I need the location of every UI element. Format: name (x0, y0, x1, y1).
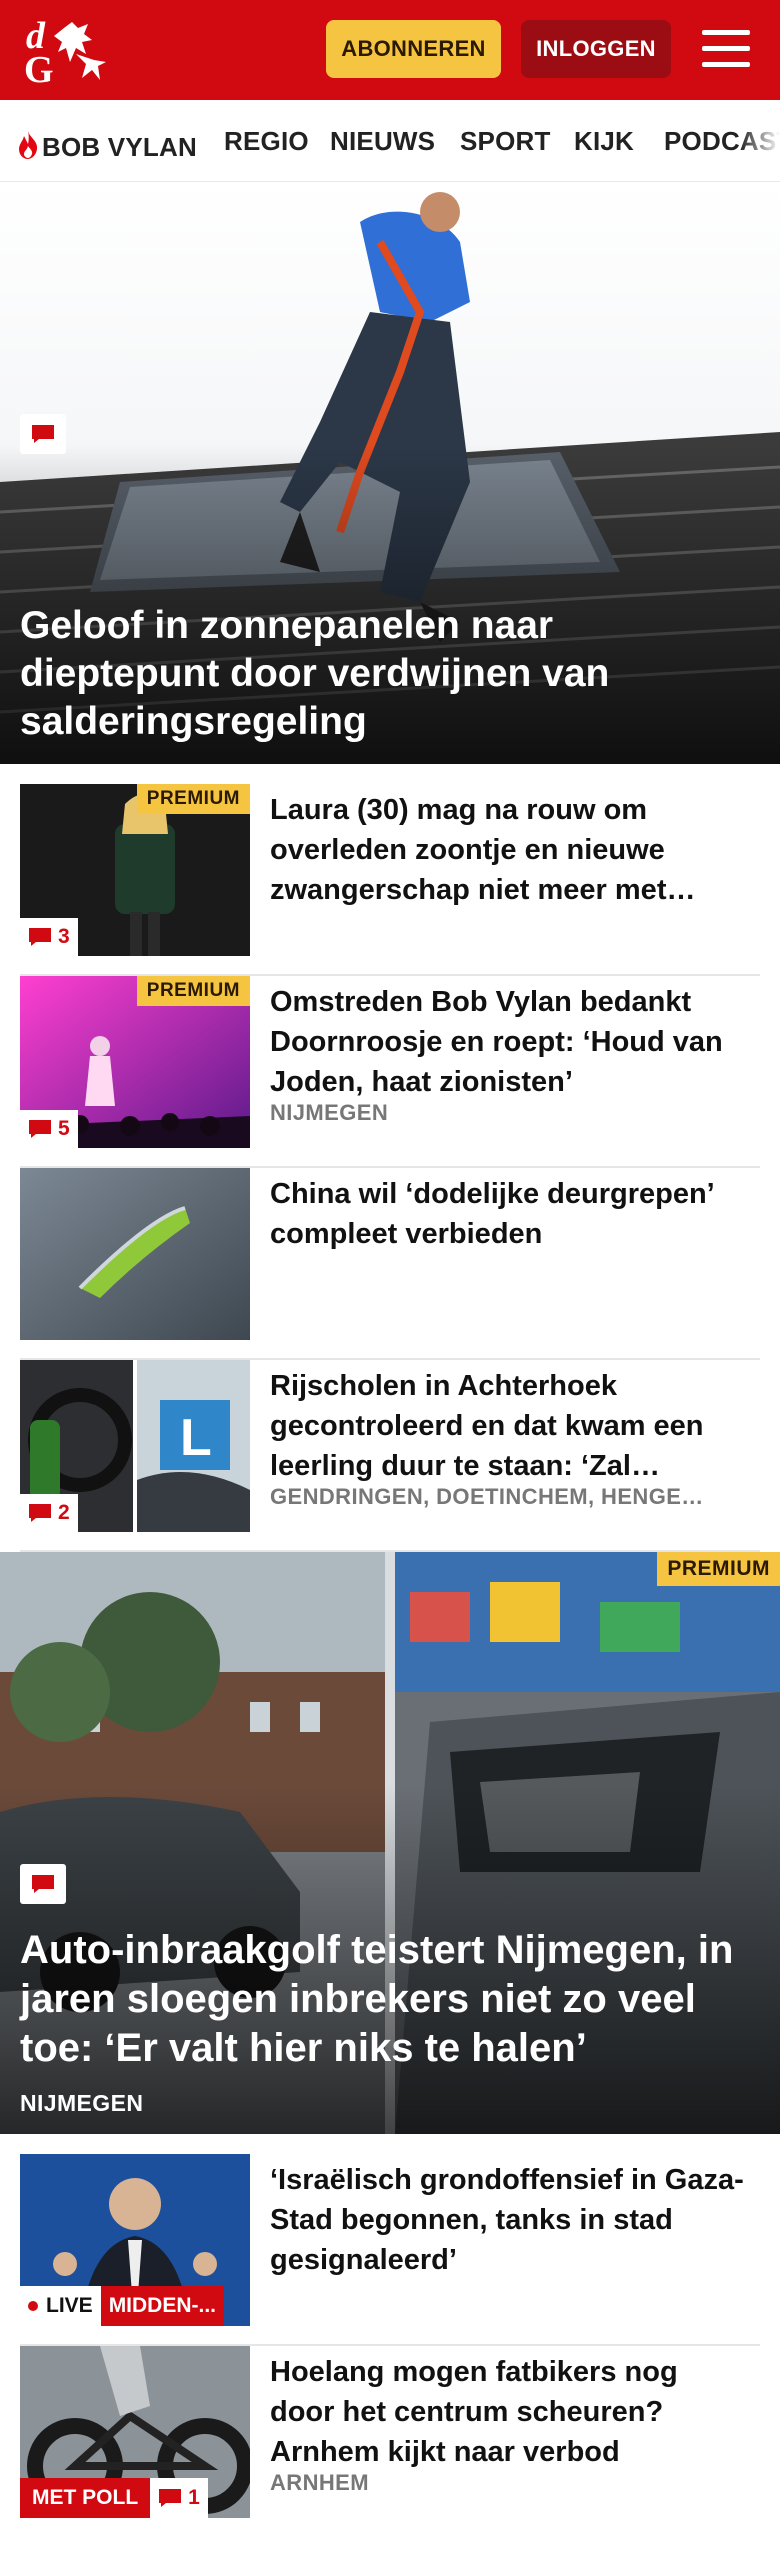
article-thumbnail (20, 1168, 250, 1340)
nav-item-nieuws[interactable]: NIEUWS (330, 126, 435, 157)
article-thumbnail: LIVE MIDDEN-... (20, 2154, 250, 2326)
comment-icon (20, 1864, 66, 1904)
comment-icon (20, 414, 66, 454)
live-topic: MIDDEN-... (100, 2286, 225, 2326)
article-title[interactable]: Omstreden Bob Vylan bedankt Doornroosje … (270, 982, 750, 1102)
list-item[interactable]: PREMIUM 5 Omstreden Bob Vylan bedankt Do… (20, 976, 760, 1168)
list-item[interactable]: PREMIUM 3 Laura (30) mag na rouw om over… (20, 784, 760, 976)
comment-count-badge: 5 (20, 1110, 78, 1148)
comment-count-badge: 3 (20, 918, 78, 956)
article-title[interactable]: ‘Israëlisch grondoffensief in Gaza-Stad … (270, 2160, 750, 2280)
article-location[interactable]: ARNHEM (270, 2470, 750, 2496)
login-button[interactable]: INLOGGEN (521, 20, 671, 78)
nav-item-regio[interactable]: REGIO (224, 126, 309, 157)
logo[interactable]: d G (24, 14, 116, 91)
article-title[interactable]: China wil ‘dodelijke deurgrepen’ complee… (270, 1174, 750, 1254)
poll-label: MET POLL (20, 2478, 151, 2518)
hero-article[interactable]: Geloof in zonnepanelen naar dieptepunt d… (0, 182, 780, 764)
flame-icon (19, 131, 38, 159)
comment-icon (29, 1120, 51, 1138)
article-thumbnail: PREMIUM 3 (20, 784, 250, 956)
premium-badge: PREMIUM (136, 784, 250, 814)
comment-count: 3 (58, 925, 70, 948)
comment-count: 5 (58, 1117, 70, 1140)
hero-title[interactable]: Geloof in zonnepanelen naar dieptepunt d… (20, 602, 750, 746)
list-item[interactable]: MET POLL 1 Hoelang mogen fatbikers nog d… (20, 2346, 760, 2540)
logo-icon: d G (24, 15, 106, 91)
comment-count-badge: 2 (20, 1494, 78, 1532)
premium-badge: PREMIUM (657, 1552, 780, 1586)
svg-text:G: G (24, 49, 54, 86)
comment-icon (29, 1504, 51, 1522)
article-location[interactable]: NIJMEGEN (270, 1100, 750, 1126)
nav-item-label: BOB VYLAN (42, 132, 197, 162)
poll-badge: MET POLL 1 (20, 2478, 208, 2518)
list-item[interactable]: LIVE MIDDEN-... ‘Israëlisch grondoffensi… (20, 2154, 760, 2346)
feature-title[interactable]: Auto-inbraakgolf teistert Nijmegen, in j… (20, 1926, 770, 2073)
nav-fade (740, 100, 780, 181)
list-item[interactable]: China wil ‘dodelijke deurgrepen’ complee… (20, 1168, 760, 1360)
live-dot-icon (28, 2301, 38, 2311)
comment-count: 1 (188, 2486, 200, 2509)
hamburger-icon[interactable] (700, 26, 752, 72)
list-item[interactable]: L 2 Rijscholen in Achterhoek gecontrolee… (20, 1360, 760, 1552)
feature-location[interactable]: NIJMEGEN (20, 2090, 143, 2117)
comment-count: 2 (58, 1501, 70, 1524)
top-bar: d G ABONNEREN INLOGGEN (0, 0, 780, 100)
article-thumbnail: L 2 (20, 1360, 250, 1532)
article-thumbnail: PREMIUM 5 (20, 976, 250, 1148)
nav-item-bob-vylan[interactable]: BOB VYLAN (16, 126, 197, 163)
comment-icon (29, 928, 51, 946)
comment-icon (159, 2489, 182, 2507)
subscribe-button[interactable]: ABONNEREN (326, 20, 501, 78)
article-title[interactable]: Rijscholen in Achterhoek gecontroleerd e… (270, 1366, 750, 1486)
article-title[interactable]: Laura (30) mag na rouw om overleden zoon… (270, 790, 750, 910)
article-title[interactable]: Hoelang mogen fatbikers nog door het cen… (270, 2352, 750, 2472)
main-navigation: BOB VYLAN REGIO NIEUWS SPORT KIJK PODCAS… (0, 100, 780, 182)
live-label: LIVE (46, 2294, 93, 2317)
article-location[interactable]: GENDRINGEN, DOETINCHEM, HENGE… (270, 1484, 750, 1510)
live-badge: LIVE MIDDEN-... (20, 2286, 225, 2326)
feature-article[interactable]: PREMIUM Auto-inbraakgolf teistert Nijmeg… (0, 1552, 780, 2134)
article-thumbnail: MET POLL 1 (20, 2346, 250, 2518)
premium-badge: PREMIUM (136, 976, 250, 1006)
svg-text:L: L (180, 1409, 212, 1467)
nav-item-sport[interactable]: SPORT (460, 126, 551, 157)
nav-item-kijk[interactable]: KIJK (574, 126, 634, 157)
